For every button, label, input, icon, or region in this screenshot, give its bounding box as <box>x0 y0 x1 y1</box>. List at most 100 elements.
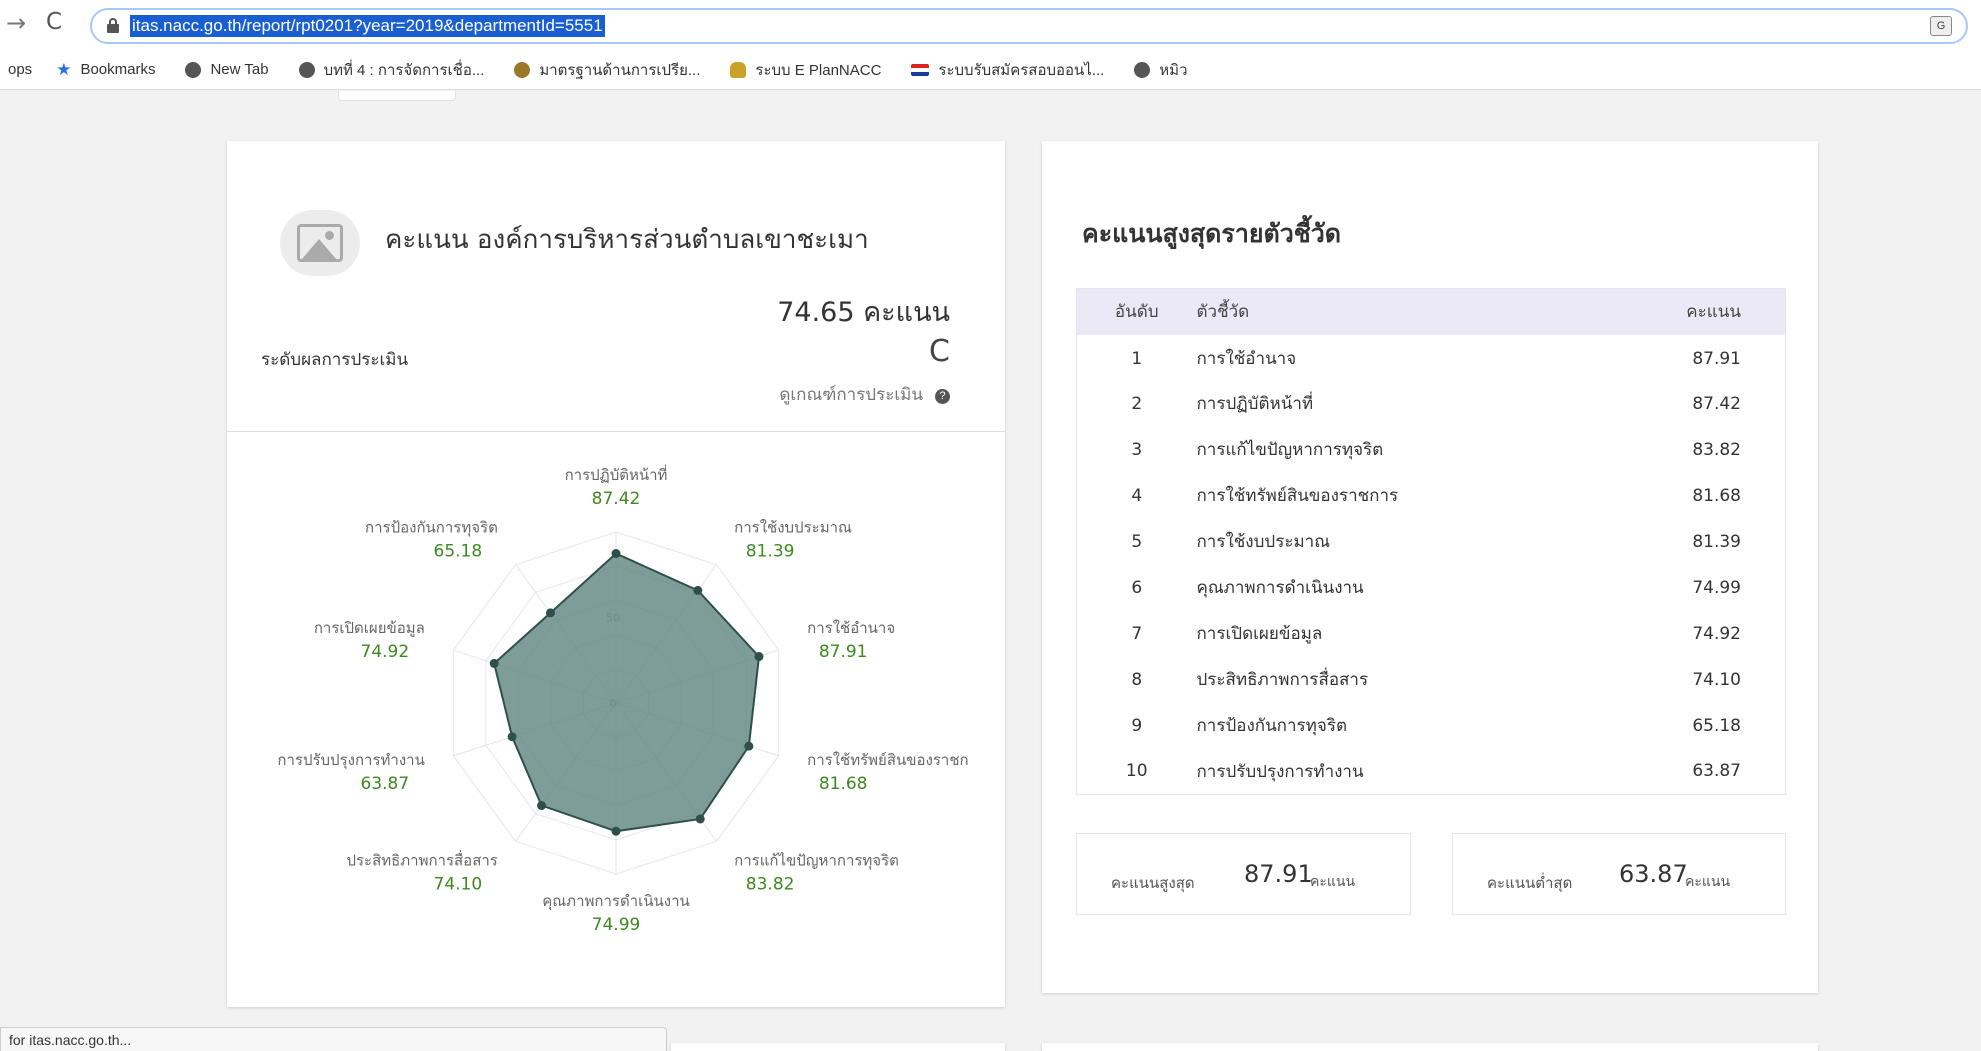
row-indicator: คุณภาพการดำเนินงาน <box>1196 578 1364 598</box>
header-rank: อันดับ <box>1114 302 1159 323</box>
table-row: 4 การใช้ทรัพย์สินของราชการ 81.68 <box>1077 473 1786 519</box>
table-row: 2 การปฏิบัติหน้าที่ 87.42 <box>1077 381 1786 427</box>
row-rank: 10 <box>1125 761 1148 782</box>
row-score: 65.18 <box>1692 715 1741 736</box>
globe-icon <box>298 61 315 78</box>
radar-data-point <box>695 814 705 824</box>
radar-data-point <box>754 652 764 662</box>
question-icon[interactable]: ? <box>935 389 950 404</box>
criteria-link-label[interactable]: ดูเกณฑ์การประเมิน <box>779 385 923 405</box>
row-indicator: การใช้อำนาจ <box>1196 349 1297 369</box>
table-row: 1 การใช้อำนาจ 87.91 <box>1077 335 1786 381</box>
row-indicator: ประสิทธิภาพการสื่อสาร <box>1196 670 1369 690</box>
radar-data-point <box>693 585 703 595</box>
bookmark-eplan[interactable]: ระบบ E PlanNACC <box>730 58 881 82</box>
level-label: ระดับผลการประเมิน <box>261 350 409 370</box>
status-bubble: for itas.nacc.go.th... <box>0 1027 667 1051</box>
row-rank: 6 <box>1131 577 1143 598</box>
person-icon <box>730 61 747 78</box>
radar-data-point <box>507 732 517 742</box>
radar-value-label: 74.99 <box>592 915 641 935</box>
summary-card: คะแนน องค์การบริหารส่วนตำบลเขาชะเมา 74.6… <box>227 141 1005 1007</box>
star-icon: ★ <box>56 59 72 79</box>
image-placeholder-icon <box>297 224 343 262</box>
table-header-row: อันดับ ตัวชี้วัด คะแนน <box>1076 288 1786 335</box>
radar-value-label: 74.92 <box>361 642 410 662</box>
table-row: 9 การป้องกันการทุจริต 65.18 <box>1077 703 1786 749</box>
radar-value-label: 65.18 <box>434 541 483 561</box>
lock-icon[interactable] <box>107 18 119 33</box>
org-score-title: คะแนน องค์การบริหารส่วนตำบลเขาชะเมา <box>385 225 869 255</box>
bookmark-label: ops <box>8 61 33 78</box>
bookmark-label: ระบบ E PlanNACC <box>755 61 882 79</box>
bookmark-label: บทที่ 4 : การจัดการเชื่อ... <box>323 61 485 79</box>
next-card-stub <box>671 1043 1005 1051</box>
seal-icon <box>514 61 531 78</box>
criteria-link[interactable]: ดูเกณฑ์การประเมิน? <box>779 381 950 408</box>
table-row: 6 คุณภาพการดำเนินงาน 74.99 <box>1077 565 1786 611</box>
row-score: 83.82 <box>1692 439 1741 460</box>
flag-icon <box>911 63 930 76</box>
row-rank: 1 <box>1131 348 1143 369</box>
radar-data-point <box>537 801 547 811</box>
bookmark-miw[interactable]: หมิว <box>1134 58 1188 82</box>
page-content: คะแนน องค์การบริหารส่วนตำบลเขาชะเมา 74.6… <box>8 91 1981 1051</box>
bookmark-new-tab[interactable]: New Tab <box>185 61 269 78</box>
radar-category-label: ประสิทธิภาพการสื่อสาร <box>346 850 497 870</box>
radar-value-label: 81.39 <box>746 541 795 561</box>
radar-category-label: การป้องกันการทุจริต <box>365 518 498 537</box>
bookmark-standards[interactable]: มาตรฐานด้านการเปรีย... <box>514 58 700 82</box>
row-indicator: การแก้ไขปัญหาการทุจริต <box>1196 440 1384 460</box>
back-arrow-icon[interactable]: → <box>6 9 26 37</box>
row-score: 87.91 <box>1692 348 1741 369</box>
min-score-unit: คะแนน <box>1685 874 1731 890</box>
radar-chart: 050 การปฏิบัติหน้าที่87.42การใช้งบประมาณ… <box>277 464 968 935</box>
address-bar[interactable]: itas.nacc.go.th/report/rpt0201?year=2019… <box>90 8 1968 44</box>
table-row: 10 การปรับปรุงการทำงาน 63.87 <box>1077 749 1786 795</box>
ranking-title: คะแนนสูงสุดรายตัวชี้วัด <box>1082 219 1342 248</box>
radar-category-label: การใช้ทรัพย์สินของราชก <box>807 751 968 769</box>
bookmark-apps[interactable]: ops <box>8 61 32 78</box>
radar-category-label: การปรับปรุงการทำงาน <box>277 751 424 770</box>
row-score: 74.10 <box>1692 669 1741 690</box>
reload-icon[interactable]: C <box>46 9 62 35</box>
radar-value-label: 83.82 <box>746 875 795 895</box>
row-score: 87.42 <box>1692 393 1741 414</box>
ranking-card: คะแนนสูงสุดรายตัวชี้วัด อันดับ ตัวชี้วัด… <box>1042 141 1818 993</box>
radar-value-label: 74.10 <box>434 875 483 895</box>
total-score: 74.65 คะแนน <box>777 297 950 328</box>
min-score-box: คะแนนต่ำสุด 63.87 คะแนน <box>1452 833 1786 915</box>
radar-data-point <box>744 741 754 751</box>
header-score: คะแนน <box>1686 302 1741 323</box>
table-row: 3 การแก้ไขปัญหาการทุจริต 83.82 <box>1077 427 1786 473</box>
url-text[interactable]: itas.nacc.go.th/report/rpt0201?year=2019… <box>130 15 605 37</box>
row-score: 81.39 <box>1692 531 1741 552</box>
row-score: 74.92 <box>1692 623 1741 644</box>
browser-toolbar: → C itas.nacc.go.th/report/rpt0201?year=… <box>0 0 1981 50</box>
bookmark-label: ระบบรับสมัครสอบออนไ... <box>938 61 1105 79</box>
row-score: 81.68 <box>1692 485 1741 506</box>
bookmark-label: หมิว <box>1159 61 1188 79</box>
bookmarks-bar: ops ★ Bookmarks New Tab บทที่ 4 : การจัด… <box>0 50 1981 90</box>
bookmark-bookmarks[interactable]: ★ Bookmarks <box>56 60 155 80</box>
row-rank: 5 <box>1131 531 1143 552</box>
translate-icon[interactable]: G <box>1930 16 1952 36</box>
max-score-label: คะแนนสูงสุด <box>1111 874 1195 892</box>
radar-data-point <box>611 549 621 559</box>
bookmark-chapter4[interactable]: บทที่ 4 : การจัดการเชื่อ... <box>298 58 485 82</box>
bookmark-label: Bookmarks <box>80 61 156 78</box>
radar-data-point <box>545 608 555 618</box>
bookmark-label: มาตรฐานด้านการเปรีย... <box>539 61 701 79</box>
table-row: 8 ประสิทธิภาพการสื่อสาร 74.10 <box>1077 657 1786 703</box>
row-indicator: การปฏิบัติหน้าที่ <box>1196 394 1314 414</box>
bookmark-exam[interactable]: ระบบรับสมัครสอบออนไ... <box>911 58 1104 82</box>
org-avatar <box>280 210 360 276</box>
globe-icon <box>1134 61 1151 78</box>
globe-icon <box>185 61 202 78</box>
max-score-box: คะแนนสูงสุด 87.91 คะแนน <box>1076 833 1411 915</box>
radar-value-label: 87.42 <box>592 489 641 509</box>
radar-category-label: การเปิดเผยข้อมูล <box>314 619 425 637</box>
row-rank: 2 <box>1131 393 1143 414</box>
ranking-table: อันดับ ตัวชี้วัด คะแนน 1 การใช้อำนาจ 87.91… <box>1076 288 1786 795</box>
table-row: 7 การเปิดเผยข้อมูล 74.92 <box>1077 611 1786 657</box>
